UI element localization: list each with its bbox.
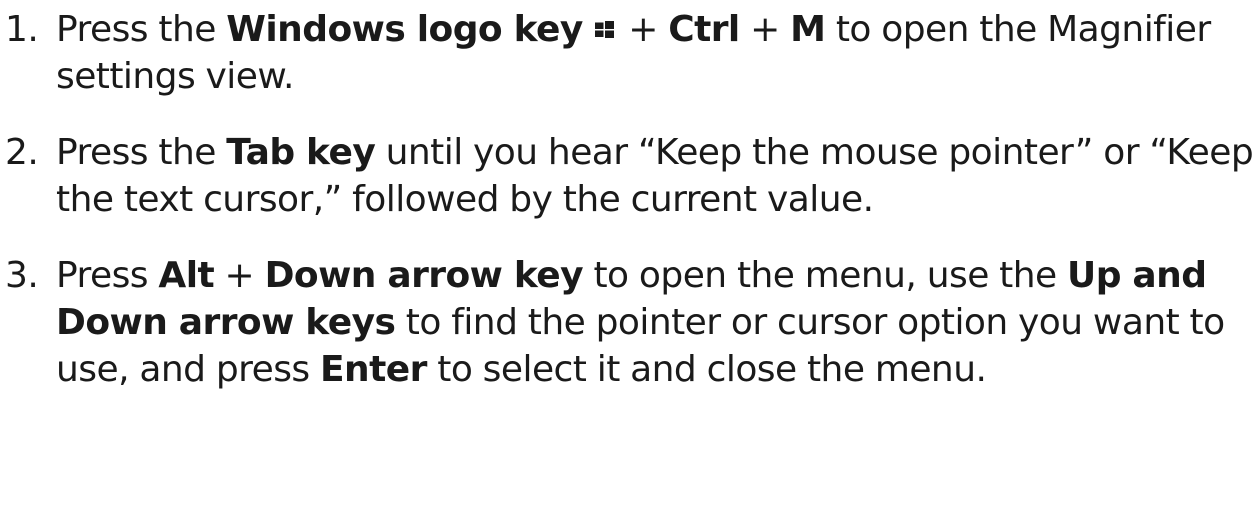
windows-logo-icon (594, 21, 614, 38)
ctrl-key-label: Ctrl (668, 9, 740, 50)
step-text: Press the (56, 132, 227, 173)
step-2: 2. Press the Tab key until you hear “Keep… (0, 129, 1255, 223)
step-number: 2. (5, 132, 39, 173)
enter-key-label: Enter (320, 349, 427, 390)
instruction-steps: 1. Press the Windows logo key + Ctrl + M … (0, 6, 1255, 393)
down-arrow-key-label: Down arrow key (264, 255, 584, 296)
step-text: Press (56, 255, 159, 296)
step-1: 1. Press the Windows logo key + Ctrl + M … (0, 6, 1255, 100)
step-text: to open the menu, use the (583, 255, 1068, 296)
plus-text: + (214, 255, 265, 296)
step-text: Press the (56, 9, 227, 50)
alt-key-label: Alt (158, 255, 215, 296)
tab-key-label: Tab key (226, 132, 376, 173)
m-key-label: M (790, 9, 826, 50)
step-number: 3. (5, 255, 39, 296)
windows-logo-key-label: Windows logo key (226, 9, 583, 50)
step-3: 3. Press Alt + Down arrow key to open the… (0, 252, 1255, 393)
step-text: to select it and close the menu. (426, 349, 987, 390)
plus-text: + (617, 9, 669, 50)
plus-text: + (739, 9, 791, 50)
step-number: 1. (5, 9, 39, 50)
